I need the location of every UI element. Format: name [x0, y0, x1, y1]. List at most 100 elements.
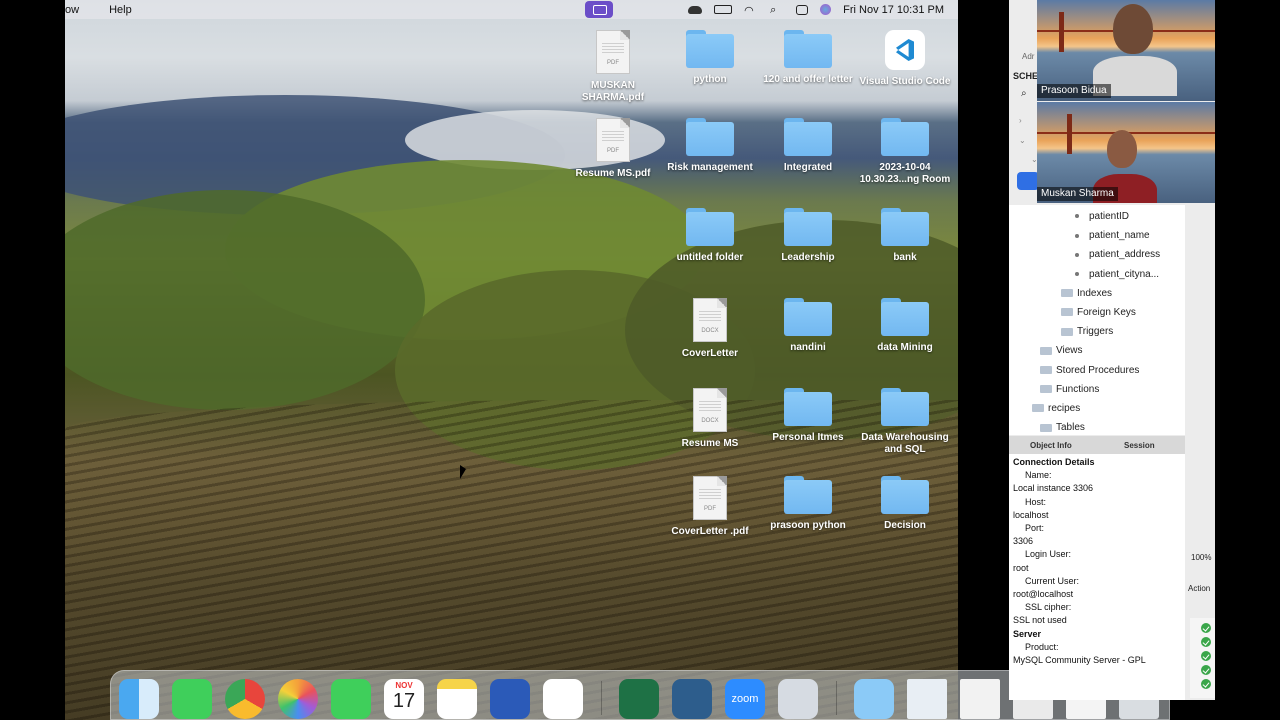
folder-icon [784, 118, 832, 156]
dock-separator [836, 681, 837, 715]
file-extension-label: DOCX [701, 418, 719, 424]
success-check-icon [1201, 665, 1211, 675]
desktop-item[interactable]: untitled folder [662, 208, 758, 264]
field-value: localhost [1013, 509, 1049, 520]
vscode-dock-icon[interactable] [543, 679, 583, 719]
desktop-item[interactable]: Personal Itmes [760, 388, 856, 444]
siri-icon[interactable] [820, 4, 832, 15]
desktop-item[interactable]: Decision [857, 476, 953, 532]
tab-object-info[interactable]: Object Info [1030, 441, 1072, 450]
schema-tree-row[interactable]: Stored Procedures [1040, 365, 1139, 376]
control-center-icon[interactable] [796, 4, 809, 15]
desktop-item[interactable]: PDF Resume MS.pdf [565, 118, 661, 180]
schema-tree-row[interactable]: patientID [1075, 211, 1129, 222]
field-label: Host: [1025, 496, 1047, 507]
desktop-item-label: Risk management [667, 162, 753, 173]
screen: ow Help ◠ ⌕ Fri Nov 17 10:31 PM PDF MUSKA… [0, 0, 1280, 720]
search-icon[interactable]: ⌕ [770, 4, 784, 16]
tab-session[interactable]: Session [1124, 441, 1155, 450]
column-icon [1075, 233, 1079, 238]
desktop-item[interactable]: Leadership [760, 208, 856, 264]
folder-icon [881, 476, 929, 514]
screen-share-icon[interactable] [585, 1, 613, 18]
wifi-icon[interactable]: ◠ [744, 4, 758, 17]
word-icon[interactable] [490, 679, 530, 719]
schema-tree-row[interactable]: Foreign Keys [1061, 307, 1136, 318]
desktop-item-label: CoverLetter .pdf [671, 526, 749, 537]
schema-tree-row[interactable]: patient_cityna... [1075, 269, 1159, 280]
desktop-item-label: Data Warehousing and SQL [861, 432, 949, 455]
desktop-item[interactable]: 2023-10-04 10.30.23...ng Room [857, 118, 953, 186]
schema-tree-row[interactable]: Views [1040, 345, 1083, 356]
schema-search-icon[interactable]: ⌕ [1021, 88, 1027, 99]
desktop-item[interactable]: Data Warehousing and SQL [857, 388, 953, 456]
desktop-item[interactable]: DOCX CoverLetter [662, 298, 758, 360]
desktop-item[interactable]: PDF CoverLetter .pdf [662, 476, 758, 538]
menu-item-help[interactable]: Help [109, 4, 146, 16]
schema-tree-label: patient_cityna... [1089, 268, 1160, 280]
desktop-item[interactable]: Integrated [760, 118, 856, 174]
schema-tree-row[interactable]: recipes [1032, 403, 1080, 414]
field-label: Login User: [1025, 549, 1072, 560]
folder-icon [784, 30, 832, 68]
selected-row-highlight [1017, 172, 1039, 190]
desktop-wallpaper [65, 0, 958, 720]
desktop-item[interactable]: data Mining [857, 298, 953, 354]
column-icon [1075, 214, 1079, 219]
desktop-item[interactable]: nandini [760, 298, 856, 354]
desktop-item-label: nandini [790, 342, 826, 353]
field-value: root [1013, 562, 1029, 573]
window-thumbnail[interactable] [960, 679, 1000, 719]
messages-icon[interactable] [172, 679, 212, 719]
notes-icon[interactable] [437, 679, 477, 719]
downloads-folder-icon[interactable] [854, 679, 894, 719]
excel-icon[interactable] [619, 679, 659, 719]
menu-item-window[interactable]: ow [65, 4, 93, 16]
dock-separator [601, 681, 602, 715]
desktop-item-label: 120 and offer letter [763, 74, 853, 85]
chevron-down-icon[interactable]: ⌄ [1019, 136, 1026, 145]
desktop-item-label: Personal Itmes [772, 432, 844, 443]
column-icon [1075, 271, 1079, 276]
folder-icon [784, 476, 832, 514]
docx-file-icon: DOCX [693, 388, 727, 432]
file-extension-label: PDF [607, 60, 619, 66]
desktop-item[interactable]: 120 and offer letter [760, 30, 856, 86]
desktop-item-label: untitled folder [676, 252, 744, 263]
desktop-item[interactable]: Risk management [662, 118, 758, 174]
desktop-item[interactable]: DOCX Resume MS [662, 388, 758, 450]
facetime-icon[interactable] [331, 679, 371, 719]
field-value: Local instance 3306 [1013, 483, 1094, 494]
pdf-file-icon: PDF [596, 30, 630, 74]
desktop-item[interactable]: PDF MUSKAN SHARMA.pdf [565, 30, 661, 104]
schema-tree-row[interactable]: Functions [1040, 384, 1099, 395]
mysql-workbench-icon[interactable] [672, 679, 712, 719]
battery-icon[interactable] [714, 5, 733, 14]
pdf-file-icon: PDF [693, 476, 727, 520]
folder-icon [1040, 385, 1052, 394]
folder-icon [1040, 423, 1052, 432]
chevron-right-icon[interactable]: › [1019, 116, 1022, 125]
schema-tree-row[interactable]: Tables [1040, 422, 1085, 433]
desktop-item[interactable]: bank [857, 208, 953, 264]
schema-tree-row[interactable]: Triggers [1061, 326, 1113, 337]
desktop-item[interactable]: Visual Studio Code [857, 30, 953, 88]
desktop-item[interactable]: prasoon python [760, 476, 856, 532]
calendar-icon[interactable]: NOV 17 [384, 679, 424, 719]
desktop-item[interactable]: python [662, 30, 758, 86]
chrome-icon[interactable] [225, 679, 265, 719]
schema-tree-row[interactable]: patient_name [1075, 230, 1150, 241]
field-value: SSL not used [1013, 615, 1067, 626]
desktop-item-label: Decision [884, 520, 926, 531]
photos-icon[interactable] [278, 679, 318, 719]
window-thumbnail[interactable] [907, 679, 947, 719]
schema-tree-row[interactable]: patient_address [1075, 249, 1160, 260]
zoom-icon[interactable]: zoom [725, 679, 765, 719]
finder-icon[interactable] [119, 679, 159, 719]
menu-bar-clock[interactable]: Fri Nov 17 10:31 PM [843, 4, 944, 16]
preview-icon[interactable] [778, 679, 818, 719]
schema-tree-row[interactable]: Indexes [1061, 288, 1112, 299]
file-extension-label: PDF [607, 148, 619, 154]
success-check-icon [1201, 637, 1211, 647]
cloud-icon[interactable] [688, 5, 703, 14]
